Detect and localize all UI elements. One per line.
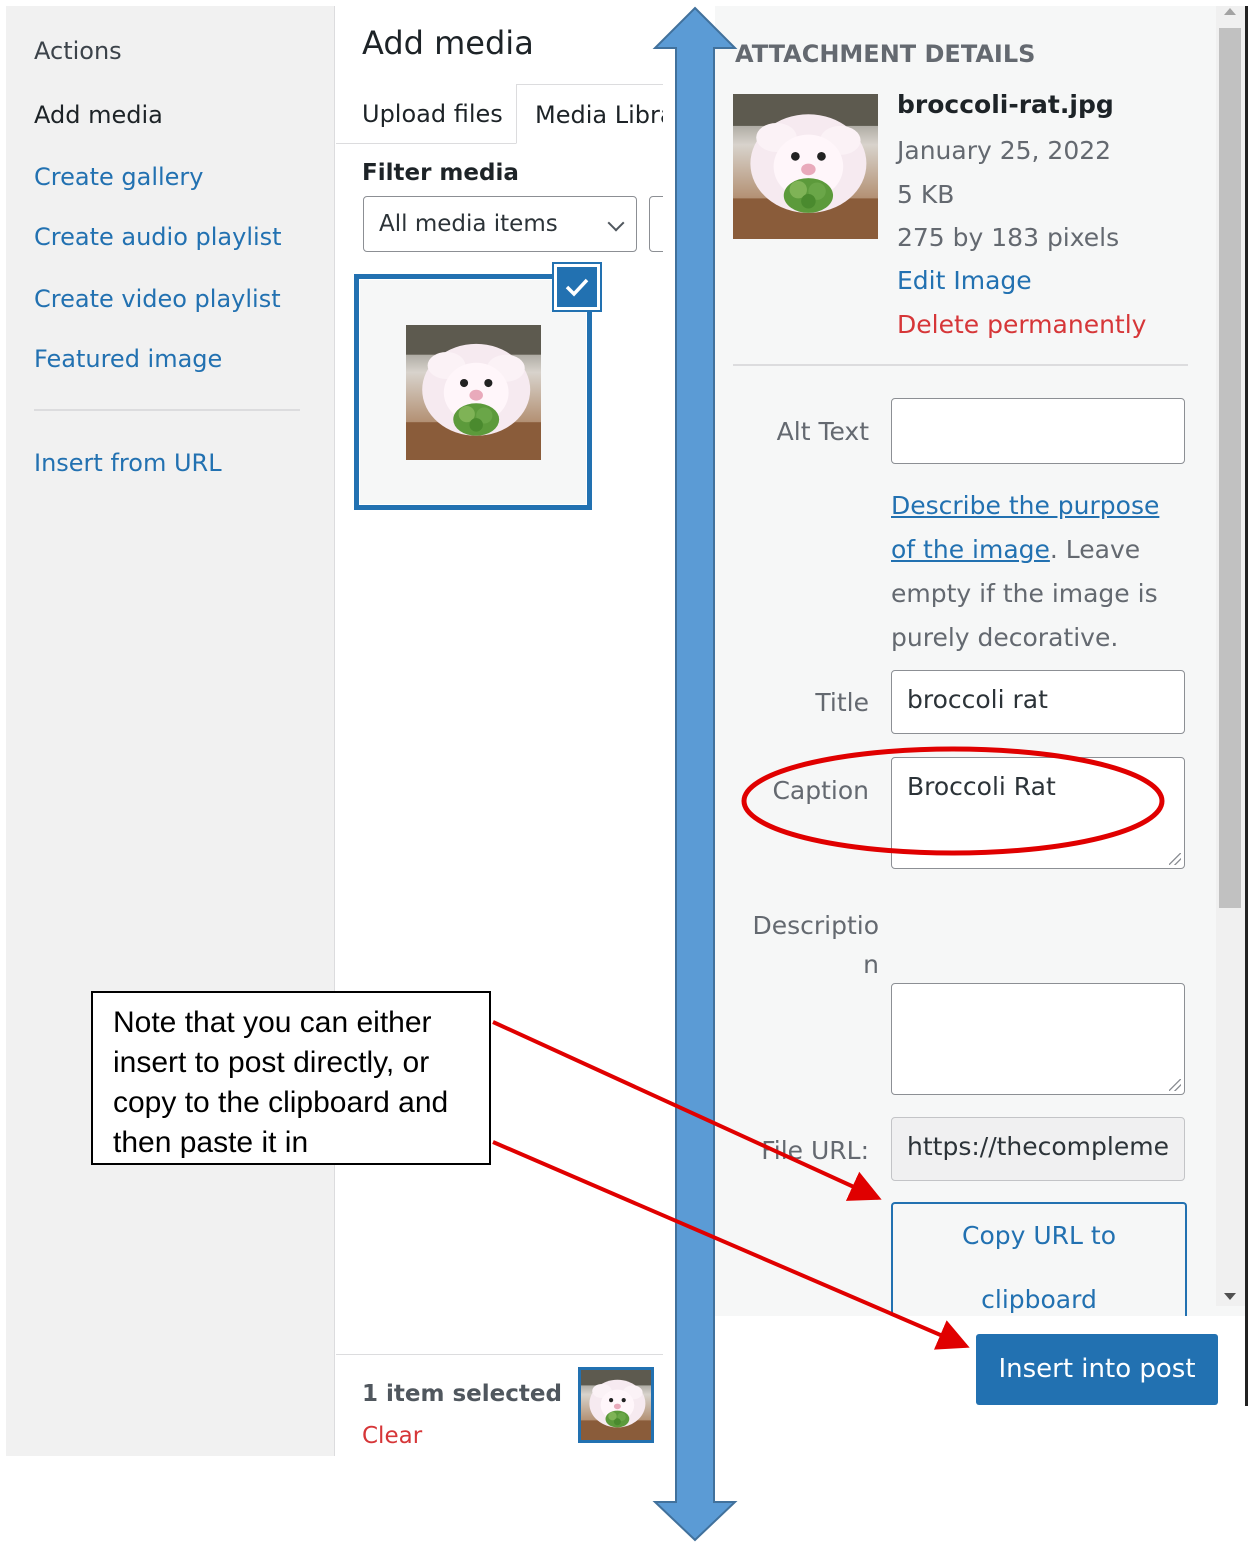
selection-toolbar: 1 item selected Clear — [336, 1354, 663, 1456]
window-right-border — [1245, 6, 1248, 1406]
menu-create-video-playlist[interactable]: Create video playlist — [34, 285, 281, 313]
attachment-details-heading: ATTACHMENT DETAILS — [735, 40, 1036, 68]
description-label: Descriptio — [752, 911, 879, 940]
note-line: insert to post directly, or — [113, 1046, 430, 1079]
note-line: Note that you can either — [113, 1006, 432, 1039]
copy-url-label-line1: Copy URL to — [961, 1221, 1116, 1250]
clear-selection-link[interactable]: Clear — [362, 1423, 422, 1449]
attachment-filesize: 5 KB — [897, 180, 955, 209]
file-url-label: File URL: — [761, 1136, 869, 1165]
selection-count: 1 item selected — [362, 1381, 562, 1407]
sidebar-separator — [34, 409, 300, 411]
scroll-up-icon[interactable] — [1224, 8, 1236, 15]
caption-textarea[interactable]: Broccoli Rat — [891, 757, 1185, 869]
copy-url-label-line2: clipboard — [981, 1285, 1097, 1314]
note-line: then paste it in — [113, 1126, 309, 1159]
tab-media-library[interactable]: Media Libra — [516, 84, 663, 144]
menu-featured-image[interactable]: Featured image — [34, 345, 222, 373]
selected-attachment-thumb[interactable] — [578, 1367, 654, 1443]
insert-into-post-button[interactable]: Insert into post — [976, 1334, 1218, 1405]
menu-insert-from-url[interactable]: Insert from URL — [34, 449, 222, 477]
edit-image-link[interactable]: Edit Image — [897, 266, 1032, 295]
check-icon[interactable] — [554, 264, 600, 310]
attachment-date: January 25, 2022 — [897, 136, 1112, 165]
attachment-preview-image — [733, 94, 878, 239]
broccoli-rat-image — [406, 325, 541, 460]
resize-grip-icon[interactable] — [1169, 1079, 1181, 1091]
title-input[interactable]: broccoli rat — [891, 670, 1185, 734]
file-url-input[interactable]: https://thecompleme — [891, 1117, 1185, 1181]
attachment-dimensions: 275 by 183 pixels — [897, 223, 1120, 252]
menu-add-media[interactable]: Add media — [34, 101, 163, 129]
media-frame-content: Add media Upload files Media Libra Filte… — [336, 6, 663, 1456]
actions-heading: Actions — [34, 37, 122, 65]
media-type-filter-select[interactable]: All media items — [363, 196, 637, 252]
delete-permanently-link[interactable]: Delete permanently — [897, 310, 1146, 339]
resize-grip-icon[interactable] — [1169, 853, 1181, 865]
details-separator — [733, 364, 1188, 366]
description-label-wrap: n — [863, 950, 879, 979]
copy-url-button[interactable]: Copy URL to clipboard — [891, 1202, 1187, 1316]
alt-text-input[interactable] — [891, 398, 1185, 464]
note-line: copy to the clipboard and — [113, 1086, 449, 1119]
attachment-details-panel: ATTACHMENT DETAILS broccoli-rat.jpg Janu… — [715, 6, 1245, 1316]
details-scrollbar[interactable] — [1216, 6, 1245, 1306]
filter-media-label: Filter media — [362, 160, 519, 186]
description-textarea[interactable] — [891, 983, 1185, 1095]
scroll-down-icon[interactable] — [1224, 1293, 1236, 1300]
scrollbar-thumb[interactable] — [1219, 28, 1241, 908]
caption-value: Broccoli Rat — [907, 772, 1056, 801]
media-menu-sidebar: Actions Add media Create gallery Create … — [6, 6, 335, 1456]
date-filter-select[interactable] — [649, 196, 663, 252]
menu-create-gallery[interactable]: Create gallery — [34, 163, 204, 191]
title-label: Title — [815, 688, 869, 717]
media-router-tabs: Upload files Media Libra — [336, 84, 663, 144]
caption-label: Caption — [772, 776, 869, 805]
annotation-note: Note that you can either insert to post … — [91, 991, 491, 1165]
page-title: Add media — [362, 24, 534, 62]
alt-text-help: Describe the purpose of the image. Leave… — [891, 484, 1181, 660]
alt-text-label: Alt Text — [776, 417, 869, 446]
menu-create-audio-playlist[interactable]: Create audio playlist — [34, 223, 282, 251]
attachment-filename: broccoli-rat.jpg — [897, 90, 1114, 119]
tab-upload-files[interactable]: Upload files — [362, 84, 503, 144]
filter-select-value: All media items — [379, 211, 558, 237]
chevron-down-icon — [607, 214, 625, 232]
